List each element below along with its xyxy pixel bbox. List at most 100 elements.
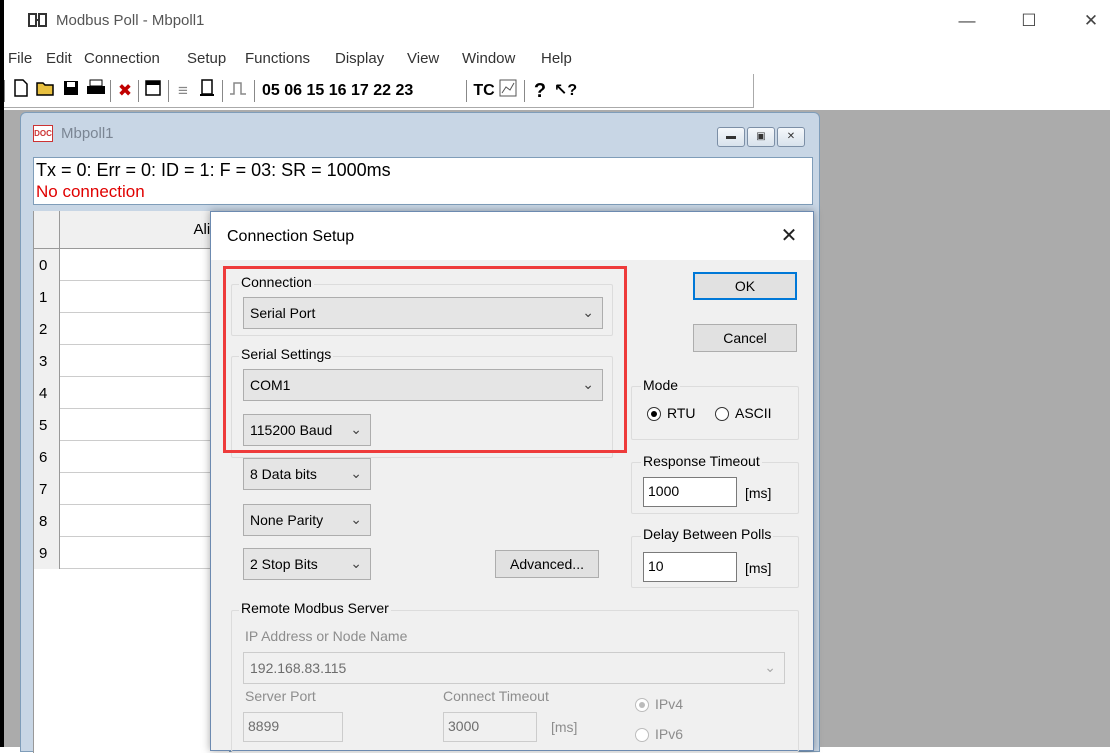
grid-header: Alias [34, 211, 230, 249]
ok-button[interactable]: OK [693, 272, 797, 300]
cancel-button[interactable]: Cancel [693, 324, 797, 352]
print-icon[interactable] [86, 79, 106, 103]
table-row[interactable]: 8 [34, 505, 230, 537]
ipv6-radio[interactable] [635, 728, 649, 742]
title-bar[interactable]: Modbus Poll - Mbpoll1 — ☐ ✕ [4, 0, 1110, 42]
data-bits-value: 8 Data bits [250, 466, 317, 482]
menu-view[interactable]: View [407, 50, 439, 67]
data-grid: Alias 0 1 2 3 4 5 6 7 8 9 [33, 211, 230, 753]
table-row[interactable]: 4 [34, 377, 230, 409]
menu-edit[interactable]: Edit [46, 50, 72, 67]
menu-display[interactable]: Display [335, 50, 384, 67]
table-row[interactable]: 5 [34, 409, 230, 441]
row-number: 5 [34, 409, 60, 441]
table-row[interactable]: 7 [34, 473, 230, 505]
child-minimize-button[interactable]: ▬ [717, 127, 745, 147]
menu-functions[interactable]: Functions [245, 50, 310, 67]
row-number: 8 [34, 505, 60, 537]
mode-ascii-radio[interactable] [715, 407, 729, 421]
context-help-icon[interactable]: ↖? [554, 79, 577, 103]
ipv6-label: IPv6 [655, 726, 684, 742]
chevron-down-icon: ⌄ [350, 555, 362, 571]
menu-window[interactable]: Window [462, 50, 515, 67]
row-number: 9 [34, 537, 60, 569]
dialog-title-bar[interactable]: Connection Setup ✕ [211, 212, 813, 260]
chevron-down-icon: ⌄ [350, 511, 362, 527]
advanced-button[interactable]: Advanced... [495, 550, 599, 578]
disconnect-icon[interactable] [198, 79, 216, 103]
stop-bits-select[interactable]: 2 Stop Bits ⌄ [243, 548, 371, 580]
ip-address-select[interactable]: 192.168.83.115 ⌄ [243, 652, 785, 684]
minimize-button[interactable]: — [952, 8, 982, 34]
highlight-box [223, 266, 627, 453]
parity-value: None Parity [250, 512, 324, 528]
child-restore-button[interactable]: ▣ [747, 127, 775, 147]
row-number: 7 [34, 473, 60, 505]
toolbar-separator [466, 80, 468, 102]
close-button[interactable]: ✕ [1076, 8, 1106, 34]
child-window-title: Mbpoll1 [61, 125, 114, 142]
table-row[interactable]: 1 [34, 281, 230, 313]
connection-status: No connection [36, 182, 145, 201]
remote-server-label: Remote Modbus Server [239, 600, 391, 616]
data-bits-select[interactable]: 8 Data bits ⌄ [243, 458, 371, 490]
response-timeout-label: Response Timeout [641, 453, 762, 469]
mode-rtu-radio[interactable] [647, 407, 661, 421]
row-number: 6 [34, 441, 60, 473]
ip-address-value: 192.168.83.115 [250, 660, 347, 676]
mode-ascii-label[interactable]: ASCII [735, 405, 772, 421]
open-folder-icon[interactable] [36, 79, 56, 103]
row-number: 4 [34, 377, 60, 409]
parity-select[interactable]: None Parity ⌄ [243, 504, 371, 536]
table-row[interactable]: 6 [34, 441, 230, 473]
server-port-label: Server Port [245, 688, 316, 704]
window-icon[interactable] [144, 79, 162, 103]
mode-rtu-label[interactable]: RTU [667, 405, 696, 421]
connect-icon[interactable]: ≡ [174, 79, 192, 103]
child-close-button[interactable]: ✕ [777, 127, 805, 147]
toolbar-grip [4, 80, 6, 102]
stop-bits-value: 2 Stop Bits [250, 556, 318, 572]
menu-connection[interactable]: Connection [84, 50, 160, 67]
connect-timeout-input[interactable]: 3000 [443, 712, 537, 742]
save-icon[interactable] [62, 79, 80, 103]
row-number: 3 [34, 345, 60, 377]
response-timeout-input[interactable]: 1000 [643, 477, 737, 507]
menu-file[interactable]: File [8, 50, 32, 67]
delay-between-polls-label: Delay Between Polls [641, 526, 774, 542]
toolbar-separator [524, 80, 526, 102]
new-file-icon[interactable] [12, 79, 30, 103]
child-title-bar[interactable]: DOC Mbpoll1 ▬ ▣ ✕ [21, 113, 819, 153]
window-title: Modbus Poll - Mbpoll1 [56, 12, 205, 29]
function-code-buttons[interactable]: 05 06 15 16 17 22 23 [262, 79, 458, 103]
toolbar-separator [110, 80, 112, 102]
menu-setup[interactable]: Setup [187, 50, 226, 67]
ip-address-label: IP Address or Node Name [245, 628, 408, 644]
pulse-icon[interactable] [228, 79, 248, 103]
chevron-down-icon: ⌄ [350, 465, 362, 481]
row-number: 0 [34, 249, 60, 281]
status-line: Tx = 0: Err = 0: ID = 1: F = 03: SR = 10… [36, 160, 391, 180]
help-icon[interactable]: ? [530, 79, 550, 103]
toolbar-separator [138, 80, 140, 102]
ipv4-radio[interactable] [635, 698, 649, 712]
menu-bar: File Edit Connection Setup Functions Dis… [4, 44, 1110, 74]
chart-icon[interactable] [498, 79, 518, 103]
table-row[interactable]: 9 [34, 537, 230, 569]
grid-corner [34, 211, 60, 249]
table-row[interactable]: 0 [34, 249, 230, 281]
traffic-button[interactable]: TC [472, 79, 496, 103]
toolbar-separator [222, 80, 224, 102]
toolbar-separator [168, 80, 170, 102]
delay-between-polls-input[interactable]: 10 [643, 552, 737, 582]
toolbar-separator [254, 80, 256, 102]
table-row[interactable]: 3 [34, 345, 230, 377]
maximize-button[interactable]: ☐ [1014, 8, 1044, 34]
menu-help[interactable]: Help [541, 50, 572, 67]
table-row[interactable]: 2 [34, 313, 230, 345]
delete-icon[interactable]: ✖ [116, 79, 134, 103]
server-port-input[interactable]: 8899 [243, 712, 343, 742]
toolbar: ✖ ≡ 05 06 15 16 17 22 23 TC ? ↖? [4, 74, 754, 108]
dialog-close-icon[interactable]: ✕ [775, 222, 803, 250]
ipv4-label: IPv4 [655, 696, 684, 712]
